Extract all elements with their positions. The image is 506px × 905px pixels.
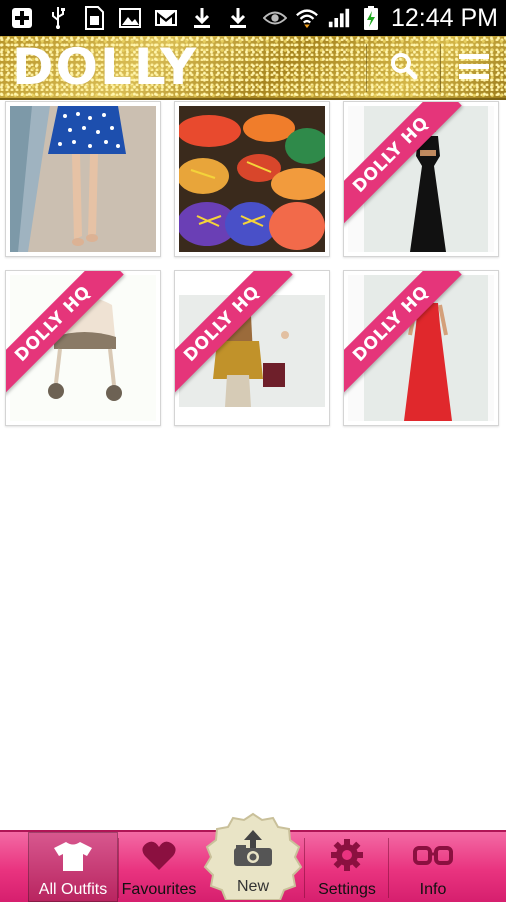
outfit-tile[interactable] <box>174 101 330 257</box>
app-header: DOLLY <box>0 36 506 100</box>
nav-favourites[interactable]: Favourites <box>118 832 200 902</box>
outfit-photo <box>10 106 156 252</box>
outfit-tile[interactable]: DOLLY HQ <box>343 270 499 426</box>
search-icon <box>389 51 419 86</box>
outfit-photo <box>179 106 325 252</box>
nav-new-button[interactable]: New <box>198 812 308 901</box>
dolly-logo: DOLLY <box>12 38 199 96</box>
usb-icon <box>46 7 70 29</box>
nav-label: Settings <box>318 881 376 898</box>
menu-button[interactable] <box>442 42 506 94</box>
header-divider <box>440 44 441 92</box>
nav-label: New <box>236 878 269 895</box>
header-divider <box>366 44 367 92</box>
outfit-tile[interactable]: DOLLY HQ <box>174 270 330 426</box>
sim-card-icon <box>82 6 106 30</box>
gmail-icon <box>154 7 178 29</box>
nav-label: Favourites <box>121 881 197 898</box>
outfit-tile[interactable]: DOLLY HQ <box>343 101 499 257</box>
glasses-icon <box>412 842 454 877</box>
outfit-tile[interactable]: DOLLY HQ <box>5 270 161 426</box>
gear-icon <box>330 838 364 877</box>
camera-upload-icon <box>232 828 274 873</box>
tshirt-icon <box>52 840 94 877</box>
nav-settings[interactable]: Settings <box>306 832 388 902</box>
nav-all-outfits[interactable]: All Outfits <box>28 832 118 902</box>
wifi-icon <box>295 7 319 29</box>
download-icon <box>190 7 214 29</box>
nav-label: All Outfits <box>38 881 108 898</box>
image-icon <box>118 7 142 29</box>
nav-info[interactable]: Info <box>390 832 476 902</box>
search-button[interactable] <box>372 42 436 94</box>
heart-icon <box>141 840 177 877</box>
menu-icon <box>458 51 490 86</box>
status-bar: 12:44 PM <box>0 0 506 36</box>
battery-charging-icon <box>359 6 383 30</box>
eye-icon <box>262 7 287 29</box>
nav-divider <box>388 838 389 898</box>
signal-icon <box>327 7 351 29</box>
outfit-tile[interactable] <box>5 101 161 257</box>
add-icon <box>10 7 34 29</box>
download-icon <box>226 7 250 29</box>
status-time: 12:44 PM <box>390 3 498 32</box>
nav-label: Info <box>419 881 447 898</box>
